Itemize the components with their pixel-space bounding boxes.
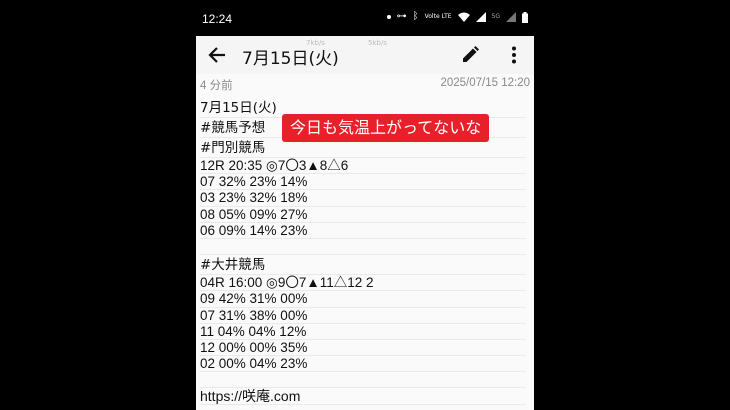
bluetooth-icon: ᛒ — [412, 11, 419, 22]
note-body[interactable]: 7月15日(火) #競馬予想 #門別競馬 12R 20:35 ◎7〇3▲8△6 07 3… — [200, 98, 526, 405]
more-options-button[interactable] — [506, 45, 522, 67]
app-bar: 7kb/s 5kb/s 7月15日(火) — [196, 36, 534, 75]
blank-line — [200, 239, 526, 256]
note-line: 06 09% 14% 23% — [200, 223, 526, 239]
blank-line — [200, 372, 526, 389]
screen: 12:24 ⊶ ᛒ Volte LTE 5G 7kb/s 5kb/s 7月15日… — [0, 0, 730, 410]
overlay-caption: 今日も気温上がってないな — [282, 114, 490, 142]
note-link[interactable]: https://咲庵.com — [200, 388, 526, 405]
page-title: 7月15日(火) — [242, 49, 339, 69]
note-line: 09 42% 31% 00% — [200, 291, 526, 308]
pencil-icon — [463, 46, 479, 62]
network-speed-right: 5kb/s — [368, 39, 387, 47]
note-line: 07 31% 38% 00% — [200, 308, 526, 324]
note-line: 08 05% 09% 27% — [200, 207, 526, 223]
note-line: 03 23% 32% 18% — [200, 190, 526, 207]
note-line: 02 00% 04% 23% — [200, 356, 526, 373]
battery-icon — [522, 11, 528, 23]
lte-icon: Volte LTE — [424, 13, 452, 20]
status-bar: 12:24 ⊶ ᛒ Volte LTE 5G — [196, 8, 534, 32]
note-line: 04R 16:00 ◎9〇7▲11△12 2 — [200, 275, 526, 292]
more-vert-icon — [512, 46, 516, 64]
note-line: 11 04% 04% 12% — [200, 324, 526, 340]
note-meta: 4 分前 2025/07/15 12:20 — [196, 74, 534, 94]
note-line: #大井競馬 — [200, 255, 526, 276]
back-arrow-icon — [208, 47, 225, 63]
relative-time: 4 分前 — [200, 80, 233, 92]
note-line: 12 00% 00% 35% — [200, 340, 526, 357]
signal-icon — [475, 12, 486, 22]
wifi-icon — [457, 12, 470, 22]
edit-button[interactable] — [460, 45, 482, 67]
signal-5g-bars-icon — [506, 12, 516, 22]
note-line: 07 32% 23% 14% — [200, 174, 526, 191]
link-icon: ⊶ — [396, 11, 407, 22]
status-time: 12:24 — [202, 12, 233, 26]
note-line: 12R 20:35 ◎7〇3▲8△6 — [200, 158, 526, 175]
note-timestamp: 2025/07/15 12:20 — [440, 77, 530, 89]
back-button[interactable] — [206, 44, 228, 66]
status-icons: ⊶ ᛒ Volte LTE 5G — [386, 11, 528, 23]
notification-dot-icon — [386, 15, 391, 19]
signal-5g-icon: 5G — [491, 13, 500, 20]
